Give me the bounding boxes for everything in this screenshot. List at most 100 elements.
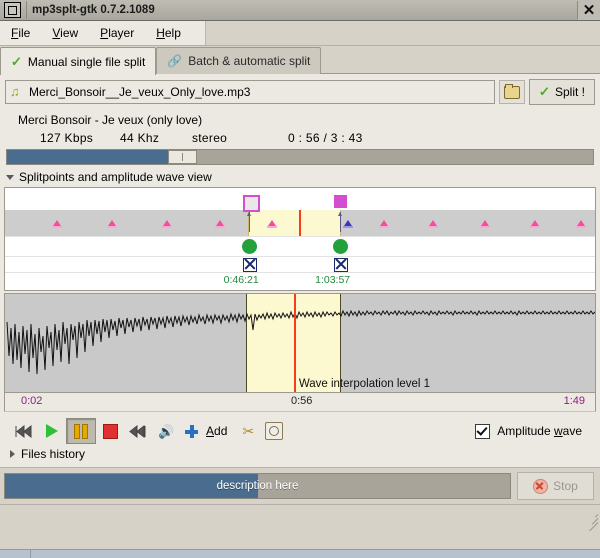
- time-label-center: 0:56: [291, 395, 312, 407]
- song-title: Merci Bonsoir - Je veux (only love): [0, 109, 600, 129]
- link-chain-icon: 🔗: [167, 54, 182, 68]
- status-bar: description here Stop: [0, 468, 600, 504]
- stop-icon: [103, 424, 118, 439]
- time-label-left: 0:02: [21, 395, 42, 407]
- silence-detection-button[interactable]: [261, 419, 287, 443]
- channels-value: stereo: [192, 131, 288, 145]
- amplitude-wave-label: Amplitude wave: [497, 424, 582, 438]
- split-preview-button[interactable]: ✂: [235, 419, 261, 443]
- seek-handle[interactable]: [168, 150, 197, 164]
- amplitude-waveform[interactable]: Wave interpolation level 1: [4, 293, 596, 393]
- splitpoint-tick-icon: [577, 220, 585, 226]
- splitpoint-tick-icon: [481, 220, 489, 226]
- seek-slider[interactable]: [6, 149, 594, 165]
- music-note-icon: [10, 86, 23, 99]
- expander-files-history-label: Files history: [21, 447, 85, 461]
- splitpoint-handle-open-icon[interactable]: [243, 195, 260, 212]
- cancel-icon: [533, 479, 548, 494]
- previous-button[interactable]: [10, 419, 38, 443]
- audio-stats: 127 Kbps 44 Khz stereo 0 : 56 / 3 : 43: [0, 129, 600, 149]
- waveform-time-axis: 0:02 0:56 1:49: [4, 393, 596, 412]
- chevron-right-icon: [10, 450, 15, 458]
- splitpoint-divider-3: [5, 272, 595, 273]
- waveform-playback-cursor: [294, 294, 296, 392]
- main-panel: Merci_Bonsoir__Je_veux_Only_love.mp3 ✓ S…: [0, 74, 600, 468]
- scissors-icon: ✂: [243, 424, 255, 438]
- skip-backward-icon: [15, 425, 33, 438]
- seek-slider-wrap: [0, 149, 600, 167]
- stop-button[interactable]: [96, 419, 124, 443]
- splitpoint-arrow-up-icon: [249, 212, 250, 232]
- amplitude-wave-toggle[interactable]: Amplitude wave: [475, 424, 592, 439]
- splitpoint-band-top: [5, 188, 595, 210]
- close-icon[interactable]: ✕: [578, 0, 600, 20]
- menu-help[interactable]: Help: [145, 23, 192, 43]
- splitpoint-preview-icon[interactable]: [242, 239, 257, 254]
- amplitude-wave-checkbox[interactable]: [475, 424, 490, 439]
- splitpoint-tick-icon: [216, 220, 224, 226]
- splitpoint-arrow-up-icon: [340, 212, 341, 232]
- next-button[interactable]: [124, 419, 152, 443]
- chevron-down-icon: [6, 175, 14, 180]
- pause-button[interactable]: [66, 418, 96, 444]
- volume-button[interactable]: 🔊: [152, 419, 180, 443]
- tab-bar: ✓ Manual single file split 🔗 Batch & aut…: [0, 46, 600, 74]
- stop-operation-label: Stop: [553, 479, 578, 493]
- titlebar-divider: [26, 1, 27, 19]
- menu-help-rest: elp: [165, 26, 181, 40]
- time-label-right: 1:49: [564, 395, 585, 407]
- add-splitpoint-label[interactable]: Add: [206, 424, 227, 438]
- splitpoint-handle-filled-icon[interactable]: [334, 195, 347, 208]
- plus-icon: [185, 425, 198, 438]
- splitpoint-remove-icon[interactable]: [334, 258, 348, 272]
- file-row: Merci_Bonsoir__Je_veux_Only_love.mp3 ✓ S…: [0, 74, 600, 109]
- green-check-icon: ✓: [539, 84, 550, 100]
- samplerate-value: 44 Khz: [120, 131, 192, 145]
- playback-cursor: [299, 210, 301, 236]
- progress-bar: description here: [4, 473, 511, 499]
- menu-file[interactable]: File: [0, 23, 41, 43]
- menu-view[interactable]: View: [41, 23, 89, 43]
- splitpoint-tick-selected-icon: [344, 220, 352, 226]
- expander-splitpoints[interactable]: Splitpoints and amplitude wave view: [0, 167, 600, 187]
- resize-grip[interactable]: [584, 511, 598, 525]
- file-path-entry[interactable]: Merci_Bonsoir__Je_veux_Only_love.mp3: [5, 80, 495, 104]
- seek-fill: [7, 150, 168, 164]
- splitpoint-tick-icon: [268, 220, 276, 226]
- add-splitpoint-button[interactable]: [180, 419, 202, 443]
- split-button[interactable]: ✓ Split !: [529, 79, 595, 105]
- progress-text: description here: [217, 480, 299, 492]
- browse-file-button[interactable]: [499, 80, 525, 104]
- green-check-icon: ✓: [11, 54, 22, 70]
- waveform-path: [5, 294, 596, 390]
- splitpoint-tick-icon: [108, 220, 116, 226]
- splitpoint-tick-icon: [531, 220, 539, 226]
- menu-player[interactable]: Player: [89, 23, 145, 43]
- tab-manual-single-file-split[interactable]: ✓ Manual single file split: [0, 47, 156, 75]
- splitpoint-tick-icon: [429, 220, 437, 226]
- wave-interpolation-label: Wave interpolation level 1: [299, 378, 430, 390]
- panel-divider: [0, 467, 600, 468]
- splitpoint-remove-icon[interactable]: [243, 258, 257, 272]
- splitpoint-band-bottom: [5, 236, 595, 290]
- skip-forward-icon: [129, 425, 147, 438]
- splitpoint-tick-icon: [53, 220, 61, 226]
- stop-operation-button[interactable]: Stop: [517, 472, 594, 500]
- file-name-text: Merci_Bonsoir__Je_veux_Only_love.mp3: [29, 85, 250, 99]
- splitpoint-divider-1: [5, 236, 595, 237]
- titlebar-right: ✕: [577, 0, 600, 20]
- magic-detect-icon: [265, 422, 283, 440]
- window-restore-icon[interactable]: [4, 2, 21, 18]
- splitpoints-view[interactable]: 0:46:21 1:03:57: [4, 187, 596, 291]
- desktop-taskbar-strip: [0, 549, 600, 558]
- window-title: mp3splt-gtk 0.7.2.1089: [32, 4, 155, 16]
- play-button[interactable]: [38, 419, 66, 443]
- expander-files-history[interactable]: Files history: [0, 446, 600, 465]
- expander-splitpoints-label: Splitpoints and amplitude wave view: [19, 170, 212, 184]
- title-bar: mp3splt-gtk 0.7.2.1089 ✕: [0, 0, 600, 21]
- tab-batch-automatic-split[interactable]: 🔗 Batch & automatic split: [156, 47, 321, 74]
- splitpoint-selection-region: [249, 210, 340, 236]
- position-value: 0 : 56 / 3 : 43: [288, 131, 363, 145]
- folder-icon: [504, 86, 520, 99]
- pause-icon: [74, 424, 88, 439]
